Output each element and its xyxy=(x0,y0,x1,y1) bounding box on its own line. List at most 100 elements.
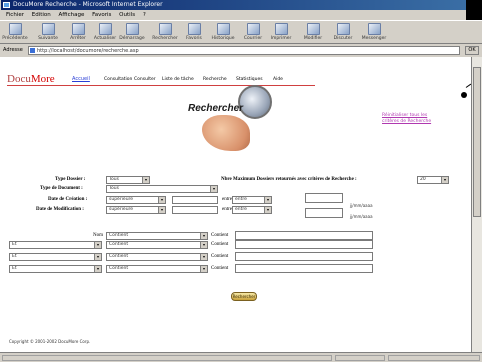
edit-icon xyxy=(306,23,320,35)
copyright-text: Copyright © 2001-2002 DocuMore Corp. xyxy=(9,339,91,344)
criteria-op-label: Contient xyxy=(211,266,229,271)
back-icon xyxy=(8,23,22,35)
vertical-scrollbar[interactable] xyxy=(471,57,482,352)
modif-date-label: Date de Modification : xyxy=(36,207,84,212)
home-button[interactable]: Démarrage xyxy=(119,23,145,42)
chevron-down-icon: ▾ xyxy=(142,177,149,183)
menu-fichier[interactable]: Fichier xyxy=(6,12,24,18)
address-label: Adresse xyxy=(3,47,23,53)
nav-aide[interactable]: Aide xyxy=(273,77,283,82)
criteria-value-input[interactable] xyxy=(235,252,373,261)
scroll-thumb[interactable] xyxy=(473,67,481,217)
modif-to-select[interactable]: entre ▾ xyxy=(232,206,272,214)
brand-logo: DocuMore xyxy=(7,73,55,85)
menu-affichage[interactable]: Affichage xyxy=(59,12,85,18)
creation-from-select[interactable]: supérieure ▾ xyxy=(106,196,166,204)
menu-favoris[interactable]: Favoris xyxy=(92,12,111,18)
discuss-icon xyxy=(336,23,350,35)
max-results-label: Nbre Maximum Dossiers retournés avec cri… xyxy=(221,177,357,182)
creation-to-input[interactable] xyxy=(305,193,343,203)
creation-date-label: Date de Création : xyxy=(48,197,88,202)
edit-button[interactable]: Modifier xyxy=(300,23,326,42)
nav-consulter[interactable]: Consulter xyxy=(134,77,156,82)
criteria-field-select[interactable]: Contient ▾ xyxy=(106,265,208,273)
type-document-label: Type de Document : xyxy=(40,186,83,191)
search-button[interactable]: Rechercher xyxy=(152,23,178,42)
history-button[interactable]: Historique xyxy=(210,23,236,42)
criteria-join-select[interactable]: Et ▾ xyxy=(9,253,102,261)
criteria-value-input[interactable] xyxy=(235,231,373,240)
modif-op-label: entre xyxy=(222,207,232,212)
chevron-down-icon: ▾ xyxy=(441,177,448,183)
favorites-button[interactable]: Favoris xyxy=(181,23,207,42)
criteria-value-input[interactable] xyxy=(235,240,373,249)
go-button[interactable]: OK xyxy=(465,46,479,55)
refresh-icon xyxy=(98,23,112,35)
status-text xyxy=(2,355,332,361)
search-icon xyxy=(158,23,172,35)
criteria-name-label: Nom xyxy=(93,233,103,238)
chevron-down-icon: ▾ xyxy=(200,242,207,248)
nav-statistiques[interactable]: Statistiques xyxy=(236,77,263,82)
criteria-value-input[interactable] xyxy=(235,264,373,273)
print-icon xyxy=(274,23,288,35)
print-button[interactable]: Imprimer xyxy=(268,23,294,42)
chevron-down-icon: ▾ xyxy=(200,233,207,239)
banner-title: Rechercher xyxy=(188,103,244,114)
stop-button[interactable]: Arrêter xyxy=(65,23,91,42)
nav-recherche[interactable]: Recherche xyxy=(203,77,227,82)
nav-accueil[interactable]: Accueil xyxy=(72,76,90,82)
chevron-down-icon: ▾ xyxy=(94,266,101,272)
back-button[interactable]: Précédente xyxy=(2,23,28,42)
modif-to-input[interactable] xyxy=(305,208,343,218)
nav-consultation[interactable]: Consultation xyxy=(104,77,132,82)
address-bar: Adresse http://localhost/documore/recher… xyxy=(0,45,482,56)
chevron-down-icon: ▾ xyxy=(200,266,207,272)
creation-from-input[interactable] xyxy=(172,196,218,204)
criteria-op-label: Contient xyxy=(211,254,229,259)
mail-button[interactable]: Courrier xyxy=(240,23,266,42)
modif-from-input[interactable] xyxy=(172,206,218,214)
criteria-op-label: Contient xyxy=(211,233,229,238)
throbber-logo xyxy=(466,0,482,20)
page-content: DocuMore Accueil Consultation Consulter … xyxy=(0,57,472,352)
toolbar: Précédente Suivante Arrêter Actualiser D… xyxy=(0,20,482,44)
chevron-down-icon: ▾ xyxy=(94,254,101,260)
type-document-select[interactable]: Tous ▾ xyxy=(106,185,218,193)
page-icon xyxy=(30,48,35,53)
refresh-button[interactable]: Actualiser xyxy=(92,23,118,42)
chevron-down-icon: ▾ xyxy=(158,197,165,203)
menu-bar: Fichier Edition Affichage Favoris Outils… xyxy=(0,11,466,20)
search-submit-button[interactable]: Rechercher xyxy=(231,292,257,301)
ie-icon xyxy=(3,2,10,8)
criteria-field-select[interactable]: Contient ▾ xyxy=(106,241,208,249)
reset-criteria-link[interactable]: Réinitialiser tous les critères de Reche… xyxy=(382,113,444,125)
status-bar xyxy=(0,352,482,362)
messenger-button[interactable]: Messenger xyxy=(361,23,387,42)
type-dossier-select[interactable]: Tous ▾ xyxy=(106,176,150,184)
home-icon xyxy=(125,23,139,35)
chevron-down-icon: ▾ xyxy=(94,242,101,248)
magnifier-icon xyxy=(238,85,272,119)
criteria-field-select[interactable]: Contient ▾ xyxy=(106,232,208,240)
menu-outils[interactable]: Outils xyxy=(119,12,135,18)
forward-icon xyxy=(41,23,55,35)
discuss-button[interactable]: Discuter xyxy=(330,23,356,42)
criteria-join-select[interactable]: Et ▾ xyxy=(9,265,102,273)
address-input[interactable]: http://localhost/documore/recherche.asp xyxy=(28,46,460,55)
creation-op-label: entre xyxy=(222,197,232,202)
criteria-field-select[interactable]: Contient ▾ xyxy=(106,253,208,261)
status-progress xyxy=(335,355,385,361)
history-icon xyxy=(216,23,230,35)
search-banner: Rechercher xyxy=(182,85,274,155)
menu-edition[interactable]: Edition xyxy=(32,12,51,18)
chevron-down-icon: ▾ xyxy=(200,254,207,260)
nav-liste-tache[interactable]: Liste de tâche xyxy=(162,77,194,82)
creation-to-select[interactable]: entre ▾ xyxy=(232,196,272,204)
forward-button[interactable]: Suivante xyxy=(35,23,61,42)
max-results-select[interactable]: 20 ▾ xyxy=(417,176,449,184)
criteria-join-select[interactable]: Et ▾ xyxy=(9,241,102,249)
menu-help[interactable]: ? xyxy=(143,12,146,18)
modif-from-select[interactable]: supérieure ▾ xyxy=(106,206,166,214)
chevron-down-icon: ▾ xyxy=(158,207,165,213)
